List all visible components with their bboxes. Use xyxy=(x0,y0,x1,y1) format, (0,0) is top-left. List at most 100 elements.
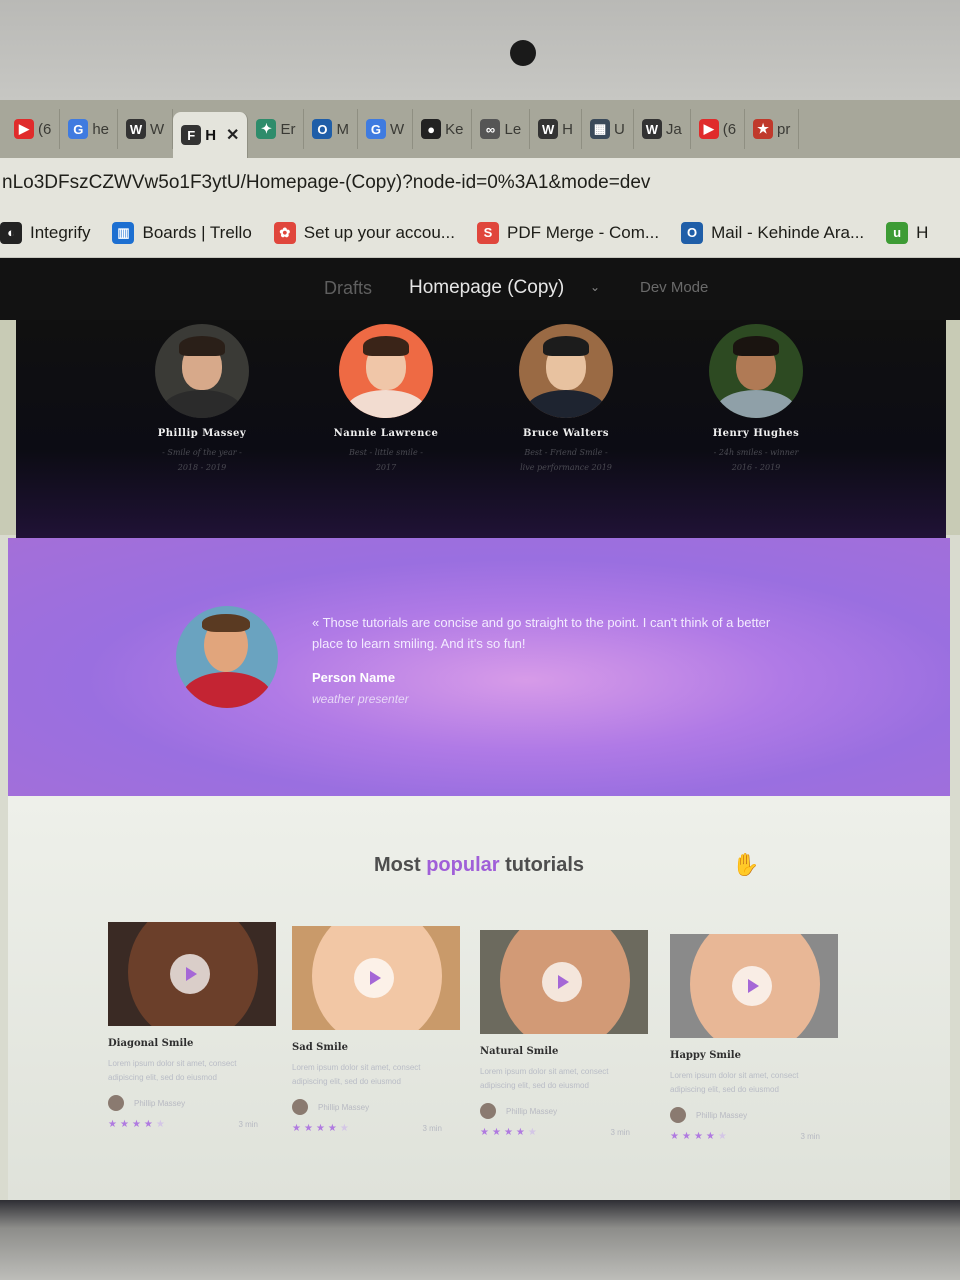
close-icon[interactable]: ✕ xyxy=(226,125,239,145)
figma-icon: F xyxy=(181,125,202,145)
tutorial-card[interactable]: Natural Smile Lorem ipsum dolor sit amet,… xyxy=(480,930,648,1138)
member-years: 2017 xyxy=(375,463,397,472)
star-icon: ★ xyxy=(681,1131,694,1142)
chevron-down-icon[interactable]: ⌄ xyxy=(590,280,600,294)
tutorial-description: Lorem ipsum dolor sit amet, consect adip… xyxy=(108,1059,237,1082)
play-icon[interactable] xyxy=(542,962,582,1002)
bookmark-item[interactable]: S PDF Merge - Com... xyxy=(476,221,659,244)
testimonial-quote: « Those tutorials are concise and go str… xyxy=(312,615,771,651)
laptop-bezel-top xyxy=(0,0,960,100)
star-icon: ★ xyxy=(753,119,774,139)
bookmark-item[interactable]: ◐ Integrify xyxy=(0,221,91,244)
tutorial-description: Lorem ipsum dolor sit amet, consect adip… xyxy=(480,1067,609,1090)
bookmark-label: H xyxy=(916,222,929,242)
address-bar[interactable]: nLo3DFszCZWVw5o1F3ytU/Homepage-(Copy)?no… xyxy=(0,158,960,208)
browser-tab[interactable]: W Ja xyxy=(634,109,691,149)
tutorial-title[interactable]: Happy Smile xyxy=(670,1050,838,1061)
play-icon[interactable] xyxy=(732,966,772,1006)
tab-label: U xyxy=(614,120,625,138)
rating-stars: ★★★★★ xyxy=(670,1131,730,1142)
w-icon: W xyxy=(126,119,147,139)
browser-tab[interactable]: F H ✕ xyxy=(173,112,249,158)
team-member: Henry Hughes - 24h smiles - winner 2016 - … xyxy=(656,324,856,475)
link-icon: ∞ xyxy=(480,119,501,139)
tutorial-thumbnail[interactable] xyxy=(670,934,838,1038)
tutorial-duration: 3 min xyxy=(800,1132,820,1141)
tutorials-heading: Most popular tutorials xyxy=(373,854,584,876)
browser-tab[interactable]: ★ pr xyxy=(745,109,800,149)
star-icon: ★ xyxy=(480,1127,492,1138)
avatar xyxy=(670,1107,686,1123)
rating-stars: ★★★★★ xyxy=(108,1119,168,1130)
browser-tab[interactable]: ● Ke xyxy=(413,109,473,149)
tab-label: M xyxy=(336,120,349,138)
star-icon: ★ xyxy=(705,1131,718,1142)
star-icon: ★ xyxy=(327,1123,340,1134)
tab-label: W xyxy=(150,120,165,138)
star-icon: ★ xyxy=(131,1119,144,1130)
browser-tab[interactable]: ▦ U xyxy=(582,109,634,149)
member-name: Bruce Walters xyxy=(523,428,609,439)
drafts-link[interactable]: Drafts xyxy=(324,278,372,299)
hand-cursor-icon: ✋ xyxy=(732,852,760,877)
testimonial-avatar xyxy=(176,606,278,708)
bookmark-label: Mail - Kehinde Ara... xyxy=(711,222,865,242)
tab-label: H xyxy=(205,126,217,144)
outlook-icon: O xyxy=(681,221,704,244)
bookmark-label: Integrify xyxy=(30,222,91,242)
member-years: 2018 - 2019 xyxy=(177,463,227,472)
file-title[interactable]: Homepage (Copy) xyxy=(409,277,564,299)
tutorial-thumbnail[interactable] xyxy=(108,922,276,1026)
trello-icon: ▥ xyxy=(112,221,135,244)
tab-label: (6 xyxy=(38,120,52,138)
bookmark-item[interactable]: O Mail - Kehinde Ara... xyxy=(681,221,865,244)
tutorial-title[interactable]: Natural Smile xyxy=(480,1046,648,1057)
url-text[interactable]: nLo3DFszCZWVw5o1F3ytU/Homepage-(Copy)?no… xyxy=(2,172,650,194)
browser-tab[interactable]: WH xyxy=(530,109,583,149)
browser-tab[interactable]: ▶ (6 xyxy=(6,109,61,149)
w-icon: W xyxy=(641,119,662,139)
bookmark-label: Boards | Trello xyxy=(142,222,252,242)
play-icon[interactable] xyxy=(354,958,394,998)
browser-tab[interactable]: Ghe xyxy=(60,109,119,149)
tutorial-duration: 3 min xyxy=(238,1120,258,1129)
author-name: Phillip Massey xyxy=(134,1098,186,1108)
star-icon: ★ xyxy=(717,1131,730,1142)
member-award: Best - little smile - xyxy=(349,448,423,457)
browser-tab[interactable]: GW xyxy=(358,109,414,149)
bookmark-item[interactable]: uH xyxy=(886,221,929,244)
member-avatar xyxy=(339,324,433,418)
browser-tab[interactable]: ▶ (6 xyxy=(691,109,746,149)
tab-label: Ja xyxy=(665,120,682,138)
tutorial-thumbnail[interactable] xyxy=(480,930,648,1034)
openai-icon: ✦ xyxy=(256,119,277,139)
webcam-icon xyxy=(510,40,536,66)
tutorial-card[interactable]: Sad Smile Lorem ipsum dolor sit amet, con… xyxy=(292,926,460,1134)
browser-tab[interactable]: WW xyxy=(118,109,174,149)
tutorial-card[interactable]: Diagonal Smile Lorem ipsum dolor sit amet… xyxy=(108,922,276,1130)
laptop-bezel-bottom xyxy=(0,1200,960,1280)
browser-tab[interactable]: ✦ Er xyxy=(248,109,305,149)
member-avatar xyxy=(709,324,803,418)
member-avatar xyxy=(519,324,613,418)
tutorial-footer: ★★★★★ 3 min xyxy=(108,1119,258,1130)
bookmark-item[interactable]: ▥ Boards | Trello xyxy=(112,221,252,244)
tutorial-thumbnail[interactable] xyxy=(292,926,460,1030)
tutorial-title[interactable]: Sad Smile xyxy=(292,1042,460,1053)
tutorial-card[interactable]: Happy Smile Lorem ipsum dolor sit amet, c… xyxy=(670,934,838,1142)
member-avatar xyxy=(155,324,249,418)
dev-mode-toggle[interactable]: Dev Mode xyxy=(640,279,708,296)
browser-tab[interactable]: ∞ Le xyxy=(472,109,531,149)
tab-label: (6 xyxy=(722,120,737,138)
tab-label: pr xyxy=(777,120,791,138)
tutorial-duration: 3 min xyxy=(610,1128,630,1137)
browser-tab[interactable]: OM xyxy=(304,109,358,149)
author-name: Phillip Massey xyxy=(696,1110,748,1120)
bookmark-item[interactable]: ✿ Set up your accou... xyxy=(273,221,455,244)
google-icon: G xyxy=(68,119,89,139)
tutorial-title[interactable]: Diagonal Smile xyxy=(108,1038,276,1049)
star-icon: ★ xyxy=(527,1127,540,1138)
star-icon: ★ xyxy=(670,1131,682,1142)
play-icon[interactable] xyxy=(170,954,210,994)
star-icon: ★ xyxy=(155,1119,168,1130)
